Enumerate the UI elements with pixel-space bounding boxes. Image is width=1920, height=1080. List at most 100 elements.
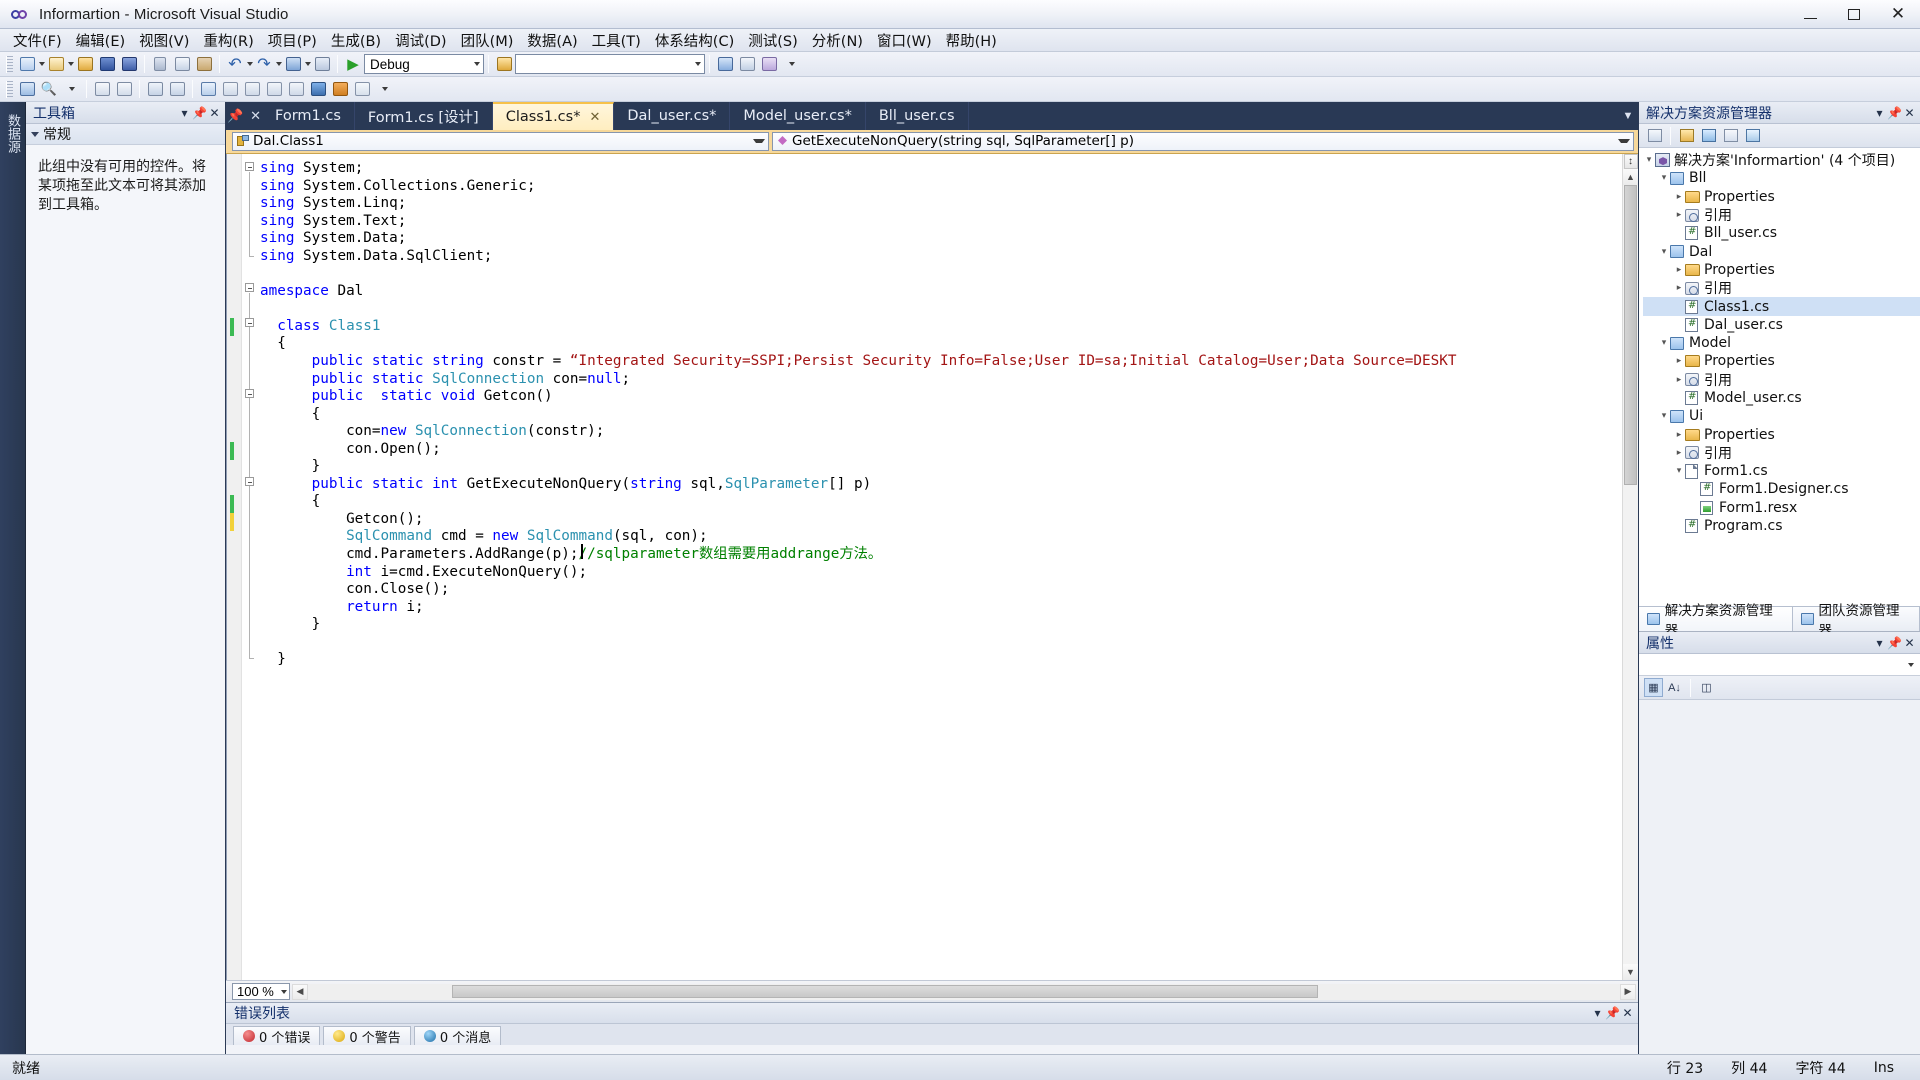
- navigation-class-select[interactable]: Dal.Class1: [232, 131, 769, 151]
- properties-pin-icon[interactable]: 📌: [1887, 635, 1902, 651]
- menu-test[interactable]: 测试(S): [741, 28, 805, 53]
- properties-icon[interactable]: [1644, 126, 1665, 146]
- navigate-backward-icon[interactable]: [282, 54, 304, 75]
- find-scope-icon[interactable]: [493, 54, 515, 75]
- editor-tab-form1-cs-[interactable]: Form1.cs [设计]: [354, 102, 493, 130]
- outline-collapse-namespace[interactable]: [245, 283, 254, 292]
- editor-tab-close-icon[interactable]: ✕: [589, 110, 600, 125]
- solution-node[interactable]: ▸ Properties: [1643, 261, 1920, 279]
- error-list-pin-icon[interactable]: 📌: [1605, 1005, 1620, 1021]
- find-next-icon[interactable]: [60, 79, 82, 100]
- minimize-button[interactable]: [1788, 0, 1832, 29]
- close-button[interactable]: ✕: [1876, 0, 1920, 29]
- solution-node[interactable]: ▾ Model: [1643, 334, 1920, 352]
- toolbox-close-icon[interactable]: ✕: [207, 105, 222, 121]
- tree-expander-icon[interactable]: ▸: [1673, 375, 1685, 385]
- solution-explorer-pin-icon[interactable]: 📌: [1887, 105, 1902, 121]
- open-file-icon[interactable]: [74, 54, 96, 75]
- start-debugging-icon[interactable]: ▶: [342, 54, 364, 75]
- previous-bookmark-icon[interactable]: [219, 79, 241, 100]
- menu-tools[interactable]: 工具(T): [585, 28, 648, 53]
- tree-expander-icon[interactable]: ▸: [1673, 356, 1685, 366]
- editor-tab-model-user-cs-[interactable]: Model_user.cs*: [730, 102, 866, 130]
- solution-explorer-dropdown-icon[interactable]: ▾: [1872, 105, 1887, 121]
- properties-window-icon[interactable]: [736, 54, 758, 75]
- tree-expander-icon[interactable]: ▾: [1658, 411, 1670, 421]
- properties-object-select[interactable]: [1639, 654, 1920, 676]
- tree-expander-icon[interactable]: ▾: [1658, 173, 1670, 183]
- solution-explorer-close-icon[interactable]: ✕: [1902, 105, 1917, 121]
- solution-configuration-select[interactable]: Debug: [364, 54, 484, 74]
- solution-node[interactable]: Dal_user.cs: [1643, 316, 1920, 334]
- toolbar2-overflow-icon[interactable]: [373, 79, 395, 100]
- solution-node[interactable]: ▸ Properties: [1643, 352, 1920, 370]
- properties-chevron-down-icon[interactable]: [1908, 662, 1914, 667]
- zoom-chevron-down-icon[interactable]: [281, 989, 287, 994]
- menu-project[interactable]: 项目(P): [261, 28, 324, 53]
- alphabetical-sort-icon[interactable]: A↓: [1665, 678, 1684, 697]
- vertical-scroll-thumb[interactable]: [1624, 185, 1637, 485]
- solution-node[interactable]: ▸ 引用: [1643, 279, 1920, 297]
- solution-node[interactable]: Model_user.cs: [1643, 389, 1920, 407]
- menu-help[interactable]: 帮助(H): [939, 28, 1004, 53]
- new-project-icon[interactable]: [16, 54, 38, 75]
- editor-group-close-icon[interactable]: ✕: [250, 108, 261, 124]
- solution-explorer-tab[interactable]: 解决方案资源管理器: [1639, 603, 1793, 639]
- solution-node[interactable]: Class1.cs: [1643, 297, 1920, 316]
- maximize-button[interactable]: [1832, 0, 1876, 29]
- copy-icon[interactable]: [171, 54, 193, 75]
- solution-tree[interactable]: ▾ 解决方案'Informartion' (4 个项目) ▾ Bll ▸ Properti…: [1639, 148, 1920, 606]
- class-chevron-down-icon[interactable]: [753, 139, 765, 143]
- member-chevron-down-icon[interactable]: [1618, 139, 1630, 143]
- solution-node[interactable]: ▸ 引用: [1643, 206, 1920, 224]
- menu-refactor[interactable]: 重构(R): [196, 28, 260, 53]
- menu-debug[interactable]: 调试(D): [388, 28, 453, 53]
- code-text-area[interactable]: sing System; sing System.Collections.Gen…: [258, 154, 1622, 980]
- save-icon[interactable]: [96, 54, 118, 75]
- menu-analyze[interactable]: 分析(N): [805, 28, 870, 53]
- bookmark-orange-icon[interactable]: [329, 79, 351, 100]
- editor-split-handle[interactable]: ↕: [1623, 154, 1638, 169]
- menu-team[interactable]: 团队(M): [454, 28, 521, 53]
- solution-node[interactable]: ▸ Properties: [1643, 188, 1920, 206]
- redo-icon[interactable]: ↷: [253, 54, 275, 75]
- data-sources-vertical-tab[interactable]: 数据源: [0, 106, 27, 161]
- menu-edit[interactable]: 编辑(E): [69, 28, 132, 53]
- messages-tab[interactable]: 0 个消息: [413, 1026, 502, 1046]
- paste-icon[interactable]: [193, 54, 215, 75]
- categorized-view-icon[interactable]: ▦: [1644, 678, 1663, 697]
- increase-indent-icon[interactable]: [166, 79, 188, 100]
- scroll-up-arrow-icon[interactable]: ▲: [1623, 169, 1638, 185]
- property-pages-icon[interactable]: ◫: [1697, 678, 1716, 697]
- menu-data[interactable]: 数据(A): [520, 28, 584, 53]
- solution-node[interactable]: ▾ Form1.cs: [1643, 462, 1920, 480]
- hscroll-track[interactable]: [308, 983, 1620, 1000]
- config-chevron-down-icon[interactable]: [474, 62, 480, 66]
- clear-bookmarks-icon[interactable]: [351, 79, 373, 100]
- tree-expander-icon[interactable]: ▾: [1658, 247, 1670, 257]
- navigation-member-select[interactable]: GetExecuteNonQuery(string sql, SqlParame…: [772, 131, 1634, 151]
- horizontal-scroll-thumb[interactable]: [452, 984, 1319, 998]
- toolbox-section-general[interactable]: 常规: [26, 124, 225, 145]
- team-explorer-tab[interactable]: 团队资源管理器: [1792, 603, 1920, 639]
- solution-node[interactable]: Form1.resx: [1643, 499, 1920, 517]
- solution-node[interactable]: Program.cs: [1643, 517, 1920, 535]
- tree-expander-icon[interactable]: ▸: [1673, 283, 1685, 293]
- menu-build[interactable]: 生成(B): [324, 28, 388, 53]
- warnings-tab[interactable]: 0 个警告: [323, 1026, 411, 1046]
- toggle-bookmark-icon[interactable]: [197, 79, 219, 100]
- display-members-icon[interactable]: [16, 79, 38, 100]
- tree-expander-icon[interactable]: ▸: [1673, 210, 1685, 220]
- outline-collapse-method[interactable]: [245, 477, 254, 486]
- solution-node[interactable]: Bll_user.cs: [1643, 224, 1920, 242]
- find-input[interactable]: [515, 54, 705, 74]
- tree-expander-icon[interactable]: ▸: [1673, 265, 1685, 275]
- toolbar2-grip[interactable]: [6, 80, 13, 98]
- outline-collapse-class[interactable]: [245, 318, 254, 327]
- toolbox-dropdown-icon[interactable]: ▾: [177, 105, 192, 121]
- menu-view[interactable]: 视图(V): [132, 28, 196, 53]
- scroll-right-arrow-icon[interactable]: ▶: [1620, 983, 1636, 1000]
- scroll-down-arrow-icon[interactable]: ▼: [1623, 964, 1638, 980]
- menu-file[interactable]: 文件(F): [6, 28, 69, 53]
- editor-zoom-select[interactable]: 100 %: [232, 983, 290, 1000]
